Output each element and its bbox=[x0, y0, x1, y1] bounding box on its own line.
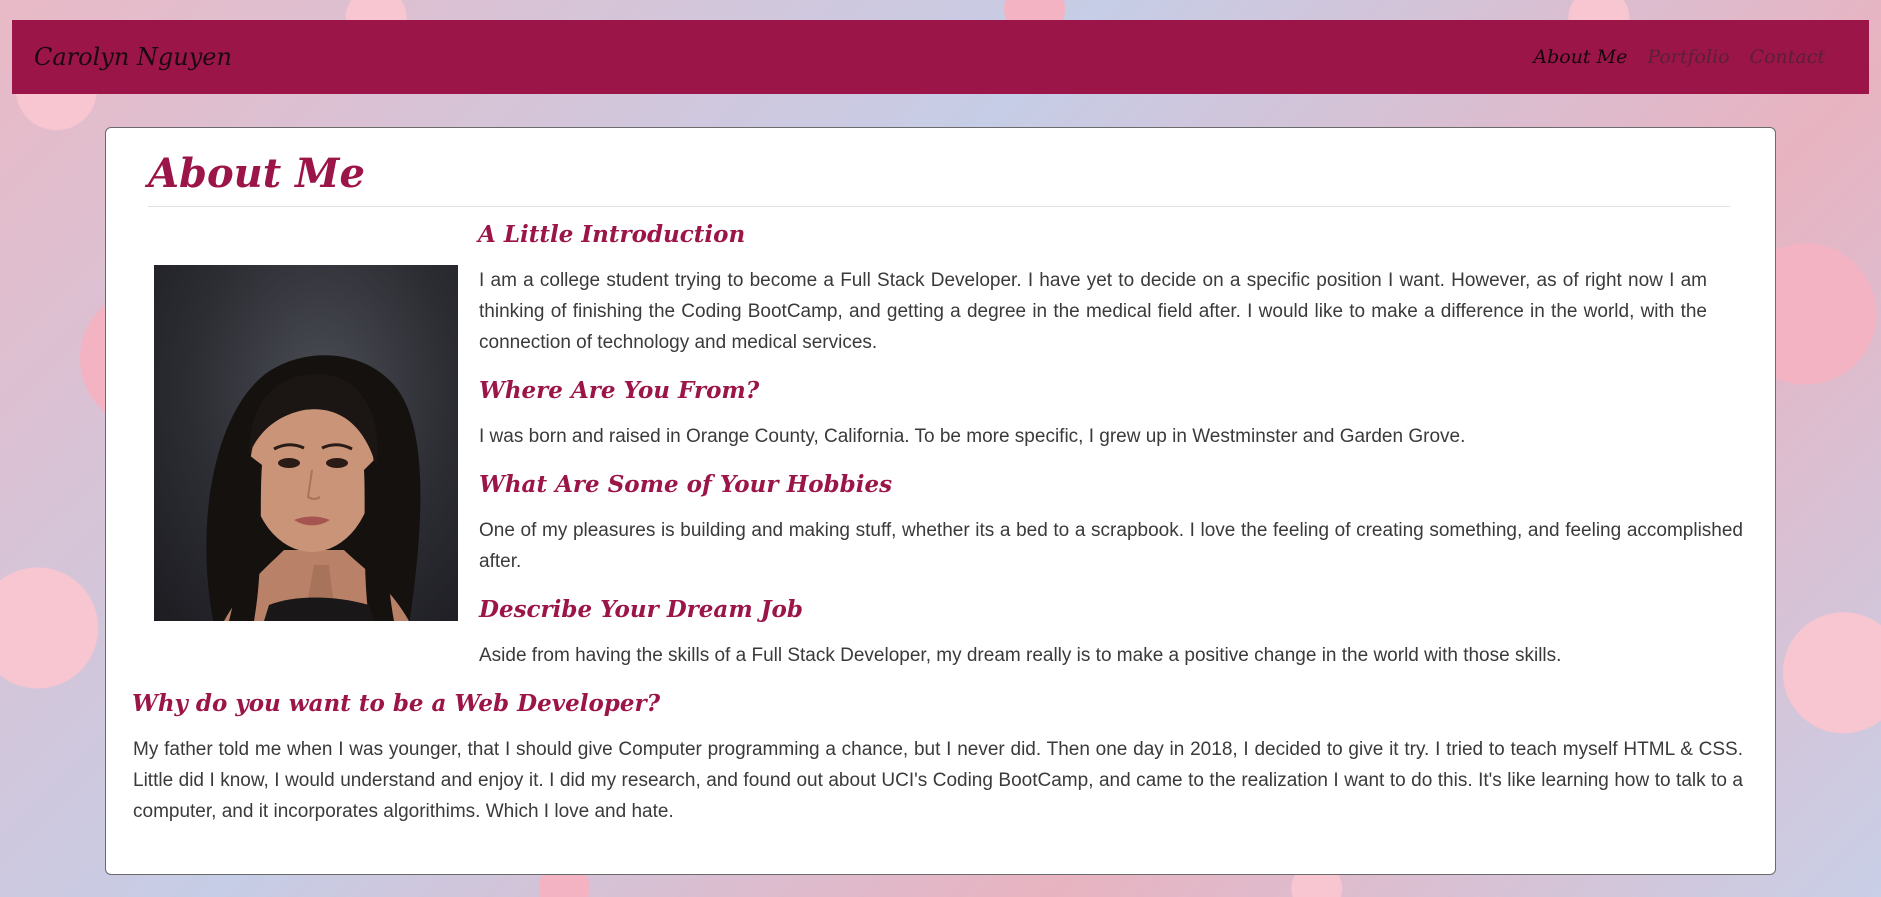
text-introduction: I am a college student trying to become … bbox=[479, 270, 1707, 353]
nav-link-about-me[interactable]: About Me bbox=[1533, 46, 1627, 68]
heading-hobbies: What Are Some of Your Hobbies bbox=[479, 471, 893, 498]
text-hobbies: One of my pleasures is building and maki… bbox=[479, 520, 1743, 572]
brand-link[interactable]: Carolyn Nguyen bbox=[34, 43, 232, 71]
nav-links: About Me Portfolio Contact bbox=[1533, 46, 1825, 68]
nav-link-portfolio[interactable]: Portfolio bbox=[1647, 46, 1729, 68]
text-dream-job: Aside from having the skills of a Full S… bbox=[479, 645, 1562, 666]
text-where-from: I was born and raised in Orange County, … bbox=[479, 426, 1466, 447]
nav-link-contact[interactable]: Contact bbox=[1750, 46, 1825, 68]
heading-why-web-developer: Why do you want to be a Web Developer? bbox=[132, 690, 661, 717]
about-card: About Me A Little Introduction I am a co… bbox=[105, 127, 1776, 875]
navbar: Carolyn Nguyen About Me Portfolio Contac… bbox=[12, 20, 1869, 94]
portrait-image bbox=[154, 265, 458, 621]
heading-introduction: A Little Introduction bbox=[478, 221, 746, 248]
heading-dream-job: Describe Your Dream Job bbox=[479, 596, 803, 623]
text-why-web-developer: My father told me when I was younger, th… bbox=[133, 739, 1743, 822]
title-divider bbox=[148, 206, 1730, 207]
heading-where-from: Where Are You From? bbox=[479, 377, 760, 404]
page-title: About Me bbox=[148, 150, 365, 197]
